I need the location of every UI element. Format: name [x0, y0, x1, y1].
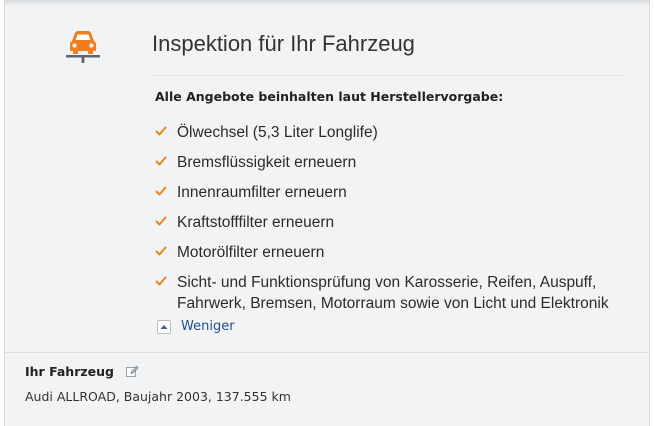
title-divider [152, 75, 624, 76]
checkmark-icon [155, 276, 167, 286]
service-item: Kraftstofffilter erneuern [151, 212, 334, 233]
service-item-label: Motorölfilter erneuern [177, 244, 325, 261]
checkmark-icon [155, 246, 167, 256]
checkmark-icon [155, 186, 167, 196]
service-item: Innenraumfilter erneuern [151, 182, 347, 203]
service-item: Sicht- und Funktionsprüfung von Karosser… [151, 272, 609, 314]
checkmark-icon [155, 126, 167, 136]
service-item-label: Innenraumfilter erneuern [177, 184, 347, 201]
checkmark-icon [155, 156, 167, 166]
vehicle-details: Audi ALLROAD, Baujahr 2003, 137.555 km [25, 389, 291, 404]
collapse-link[interactable]: Weniger [181, 319, 235, 334]
service-item-label: Ölwechsel (5,3 Liter Longlife) [177, 124, 378, 141]
chevron-up-icon[interactable] [157, 319, 171, 334]
service-item: Bremsflüssigkeit erneuern [151, 152, 356, 173]
inspection-card: Inspektion für Ihr Fahrzeug Alle Angebot… [4, 0, 650, 426]
collapse-toggle[interactable]: Weniger [157, 319, 235, 334]
vehicle-header: Ihr Fahrzeug [25, 364, 139, 379]
services-intro: Alle Angebote beinhalten laut Hersteller… [155, 89, 504, 104]
service-item-label: Kraftstofffilter erneuern [177, 214, 335, 231]
card-top-shadow [5, 0, 649, 6]
service-item-label-line2: Fahrwerk, Bremsen, Motorraum sowie von L… [177, 295, 609, 312]
vehicle-heading: Ihr Fahrzeug [25, 364, 114, 379]
checkmark-icon [155, 216, 167, 226]
page-title: Inspektion für Ihr Fahrzeug [152, 31, 415, 56]
service-item-label-line1: Sicht- und Funktionsprüfung von Karosser… [177, 274, 597, 291]
section-divider [5, 352, 649, 353]
pencil-edit-icon[interactable] [125, 365, 139, 378]
service-item: Motorölfilter erneuern [151, 242, 324, 263]
service-item-label: Bremsflüssigkeit erneuern [177, 154, 357, 171]
car-on-lift-icon [66, 31, 100, 63]
service-item: Ölwechsel (5,3 Liter Longlife) [151, 122, 378, 143]
